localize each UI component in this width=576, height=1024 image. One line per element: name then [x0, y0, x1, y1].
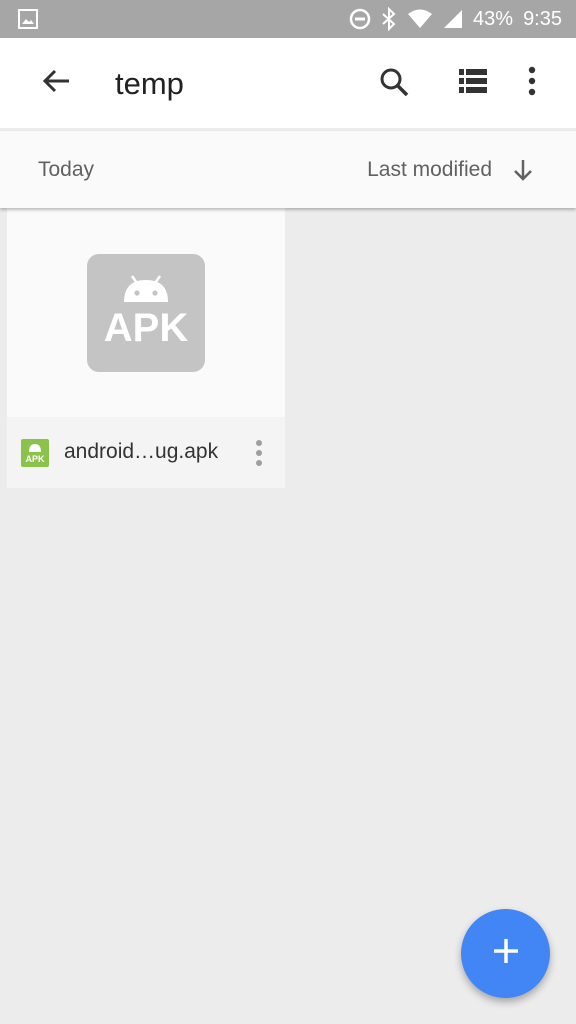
do-not-disturb-icon — [349, 8, 371, 30]
file-name: android…ug.apk — [64, 440, 219, 463]
app-bar: temp — [0, 38, 576, 128]
bluetooth-icon — [381, 7, 397, 31]
more-options-button[interactable] — [528, 66, 536, 101]
sort-by-button[interactable]: Last modified — [367, 158, 492, 182]
more-vert-icon — [255, 440, 263, 471]
clock: 9:35 — [523, 7, 562, 30]
thumbnail-label: APK — [103, 306, 189, 350]
file-info-row[interactable]: APK android…ug.apk — [7, 417, 285, 488]
sort-direction-button[interactable] — [512, 158, 534, 187]
search-icon — [378, 68, 410, 102]
folder-title: temp — [115, 66, 184, 101]
file-more-button[interactable] — [255, 439, 263, 472]
battery-percentage: 43% — [473, 7, 514, 30]
file-thumbnail-area[interactable]: APK — [7, 208, 285, 417]
list-view-button[interactable] — [458, 68, 488, 99]
cell-signal-icon — [443, 9, 463, 29]
status-icons: 43% 9:35 — [349, 0, 562, 38]
apk-thumbnail: APK — [87, 254, 205, 372]
plus-icon — [493, 938, 519, 969]
back-arrow-icon — [42, 69, 70, 98]
file-card[interactable]: APK APK android…ug.apk — [7, 208, 285, 488]
apk-file-type-icon: APK — [21, 439, 49, 467]
list-view-icon — [458, 69, 488, 98]
arrow-down-icon — [512, 160, 534, 186]
wifi-icon — [407, 9, 433, 29]
date-group-label: Today — [38, 158, 95, 181]
status-bar: 43% 9:35 — [0, 0, 576, 38]
search-button[interactable] — [378, 66, 410, 103]
add-fab-button[interactable] — [461, 909, 550, 998]
image-icon — [18, 9, 38, 34]
sort-bar: Today Last modified — [0, 131, 576, 208]
android-icon — [124, 275, 168, 302]
back-button[interactable] — [38, 65, 74, 101]
file-type-label: APK — [25, 454, 45, 464]
more-vert-icon — [528, 66, 536, 100]
